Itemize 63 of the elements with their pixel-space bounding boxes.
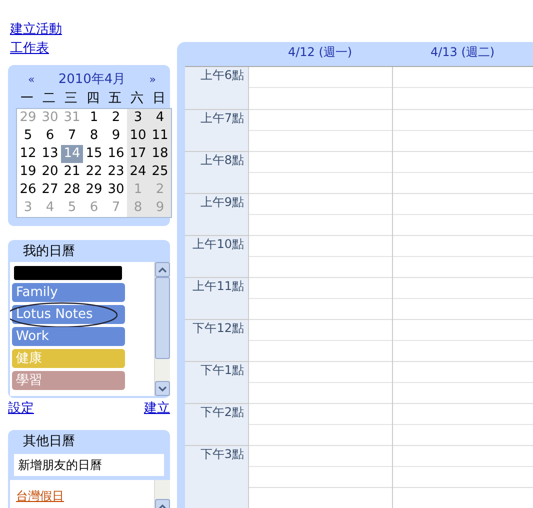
hour-label: 下午1點 [200,363,244,377]
day-cell[interactable]: 19 [17,163,39,181]
day-cell[interactable]: 24 [127,163,149,181]
day-cell[interactable]: 9 [105,127,127,145]
day-cell[interactable]: 2 [105,109,127,127]
day-cell[interactable]: 26 [17,181,39,199]
nav-link[interactable]: 工作表 [10,40,49,58]
hour-label: 上午7點 [200,111,244,125]
day-cell[interactable]: 15 [83,145,105,163]
add-calendar-field[interactable]: 新增朋友的日曆 [14,454,164,476]
weekday-label: 二 [42,90,56,108]
hour-label: 上午8點 [200,153,244,167]
day-cell[interactable]: 4 [149,109,171,127]
create-link[interactable]: 建立 [144,401,170,417]
day-cell[interactable]: 6 [39,127,61,145]
weekday-label: 日 [152,90,166,108]
scroll-down-icon[interactable] [155,381,170,396]
weekday-label: 一 [20,90,34,108]
hour-label: 上午6點 [200,68,244,82]
day-cell[interactable]: 11 [149,127,171,145]
day-cell[interactable]: 23 [105,163,127,181]
day-cell[interactable]: 18 [149,145,171,163]
day-cell[interactable]: 17 [127,145,149,163]
weekday-label: 五 [108,90,122,108]
settings-link[interactable]: 設定 [8,401,34,417]
day-cell[interactable]: 27 [39,181,61,199]
scroll-up-icon[interactable] [155,262,170,277]
nav-link[interactable]: 建立活動 [10,21,62,39]
hour-label: 下午12點 [192,321,244,335]
day-cell[interactable]: 22 [83,163,105,181]
day-header[interactable]: 4/13 (週二) [392,42,533,62]
hour-label: 上午10點 [192,237,244,251]
weekday-label: 六 [130,90,144,108]
next-month-button[interactable]: » [149,72,156,86]
weekday-label: 四 [86,90,100,108]
day-cell[interactable]: 13 [39,145,61,163]
month-title: 2010年4月 [58,71,126,88]
day-cell[interactable]: 5 [17,127,39,145]
panel-title: 我的日曆 [22,243,76,261]
previous-month-button[interactable]: « [28,72,35,86]
day-cell[interactable]: 1 [83,109,105,127]
day-cell[interactable]: 7 [61,127,83,145]
day-cell[interactable]: 12 [17,145,39,163]
scrollbar[interactable] [154,262,170,396]
day-cell[interactable]: 30 [105,181,127,199]
hour-label: 下午3點 [200,447,244,461]
day-cell[interactable]: 29 [83,181,105,199]
hour-label: 上午11點 [192,279,244,293]
day-cell[interactable]: 25 [149,163,171,181]
hour-label: 上午9點 [200,195,244,209]
day-cell[interactable]: 20 [39,163,61,181]
day-cell[interactable]: 3 [127,109,149,127]
day-cell[interactable]: 8 [83,127,105,145]
panel-title: 其他日曆 [22,433,76,451]
day-header[interactable]: 4/12 (週一) [248,42,392,62]
day-cell[interactable]: 10 [127,127,149,145]
scrollbar-thumb[interactable] [155,277,170,359]
hour-label: 下午2點 [200,405,244,419]
day-cell[interactable]: 28 [61,181,83,199]
weekday-label: 三 [64,90,78,108]
day-cell[interactable]: 21 [61,163,83,181]
day-cell[interactable]: 16 [105,145,127,163]
scrollbar[interactable] [154,480,170,508]
